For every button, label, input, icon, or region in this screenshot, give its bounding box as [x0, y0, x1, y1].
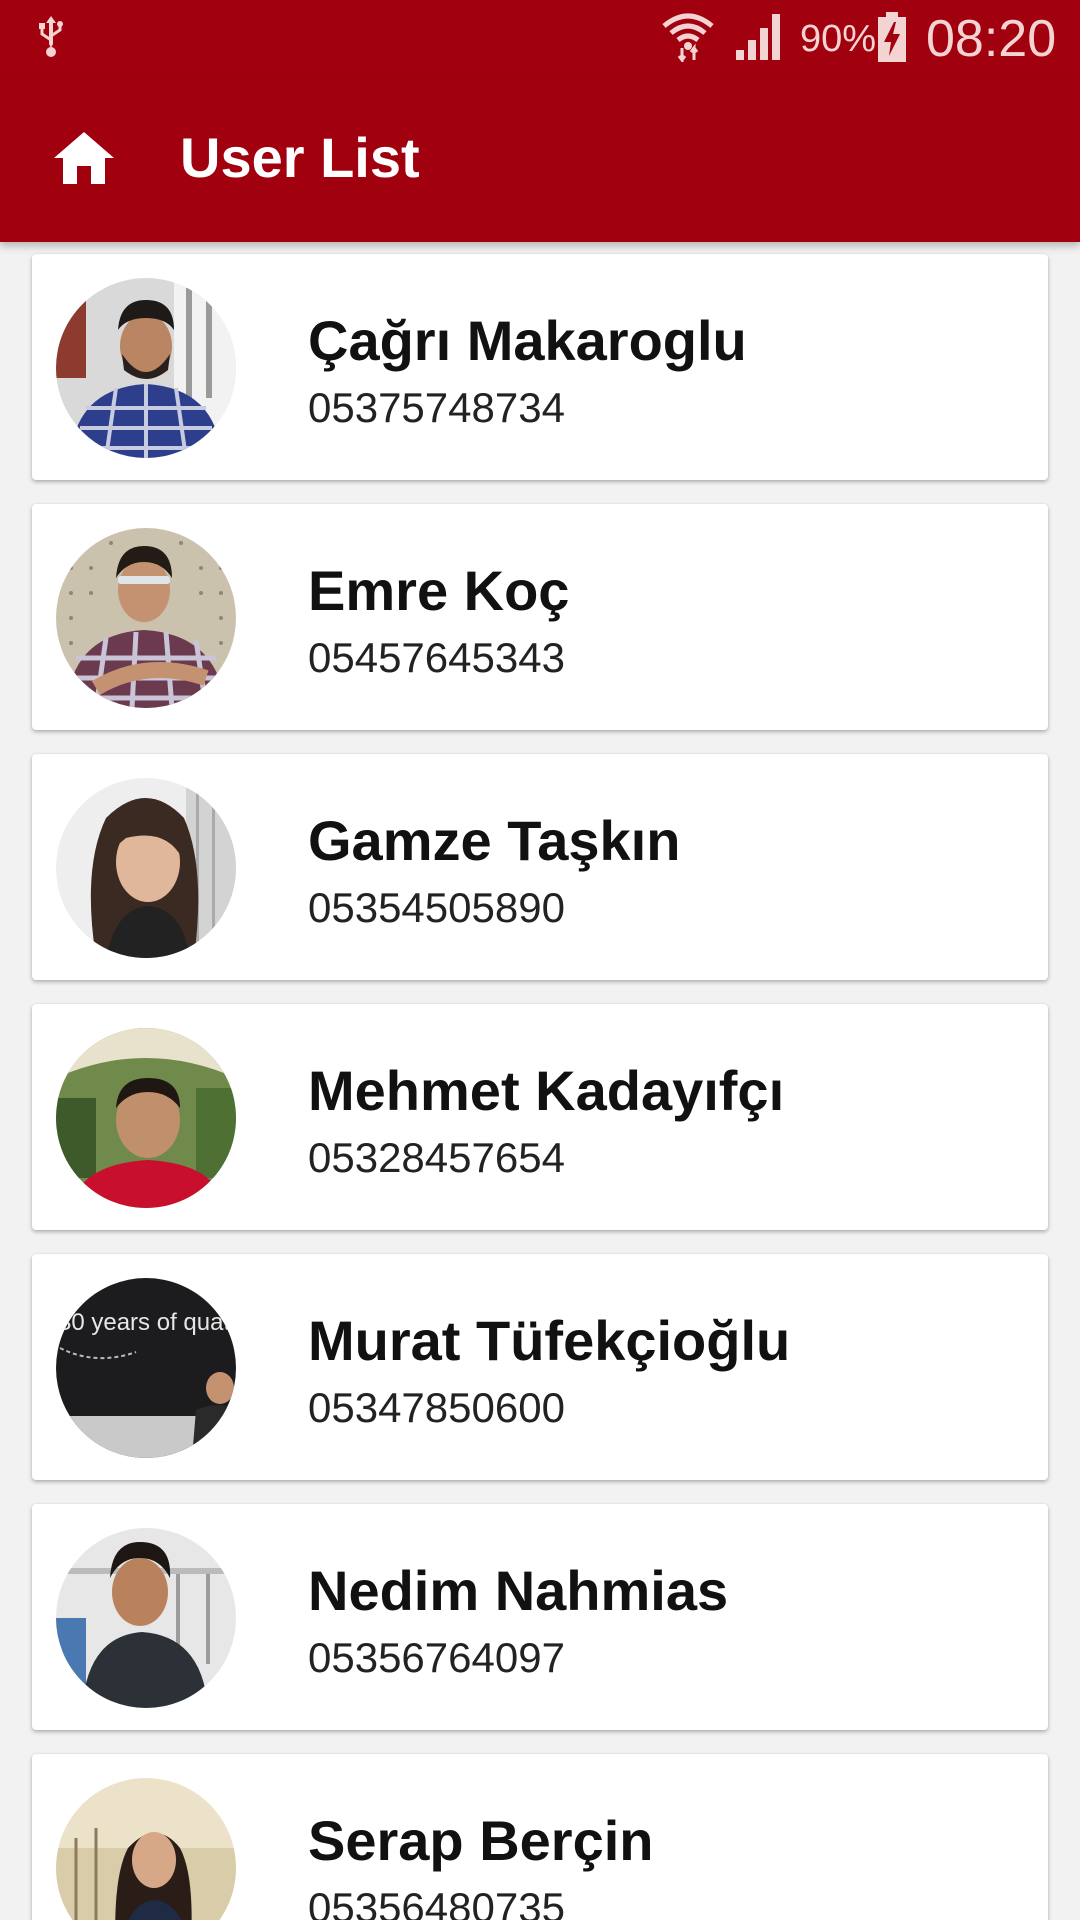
user-phone: 05347850600: [308, 1384, 565, 1431]
avatar-photo-text: 30 years of quattro®: [58, 1309, 236, 1336]
user-list[interactable]: Çağrı Makaroglu 05375748734 Emre Koç 054…: [0, 242, 1080, 1920]
user-phone: 05356480735: [308, 1884, 565, 1920]
user-card[interactable]: Nedim Nahmias 05356764097: [32, 1504, 1048, 1730]
wifi-icon: [662, 13, 714, 62]
user-phone: 05328457654: [308, 1134, 565, 1181]
user-name: Gamze Taşkın: [308, 809, 681, 872]
signal-icon: [736, 14, 780, 60]
user-card[interactable]: Mehmet Kadayıfçı 05328457654: [32, 1004, 1048, 1230]
user-name: Mehmet Kadayıfçı: [308, 1059, 785, 1122]
battery-percent: 90%: [800, 18, 877, 60]
avatar: [56, 528, 236, 708]
home-icon[interactable]: [52, 130, 116, 186]
avatar: [56, 278, 236, 458]
user-name: Murat Tüfekçioğlu: [308, 1309, 791, 1372]
user-name: Emre Koç: [308, 559, 570, 622]
user-phone: 05457645343: [308, 634, 565, 681]
avatar: [56, 1778, 236, 1920]
user-card[interactable]: Serap Berçin 05356480735: [32, 1754, 1048, 1920]
usb-icon: [39, 16, 63, 57]
user-phone: 05354505890: [308, 884, 565, 931]
user-card[interactable]: Gamze Taşkın 05354505890: [32, 754, 1048, 980]
avatar: [56, 1028, 236, 1208]
avatar: 30 years of quattro®: [56, 1278, 236, 1458]
user-name: Serap Berçin: [308, 1809, 654, 1872]
app-bar: User List: [0, 78, 1080, 242]
user-card[interactable]: Emre Koç 05457645343: [32, 504, 1048, 730]
battery-charging-icon: [878, 12, 906, 62]
user-name: Çağrı Makaroglu: [308, 309, 747, 372]
user-card[interactable]: Çağrı Makaroglu 05375748734: [32, 254, 1048, 480]
status-clock: 08:20: [926, 10, 1057, 68]
page-title: User List: [180, 126, 420, 189]
user-phone: 05375748734: [308, 384, 565, 431]
user-card[interactable]: 30 years of quattro® Murat Tüfekçioğlu 0…: [32, 1254, 1048, 1480]
user-name: Nedim Nahmias: [308, 1559, 729, 1622]
avatar: [56, 778, 236, 958]
status-bar: 90% 08:20: [0, 0, 1080, 78]
user-phone: 05356764097: [308, 1634, 565, 1681]
avatar: [56, 1528, 236, 1708]
